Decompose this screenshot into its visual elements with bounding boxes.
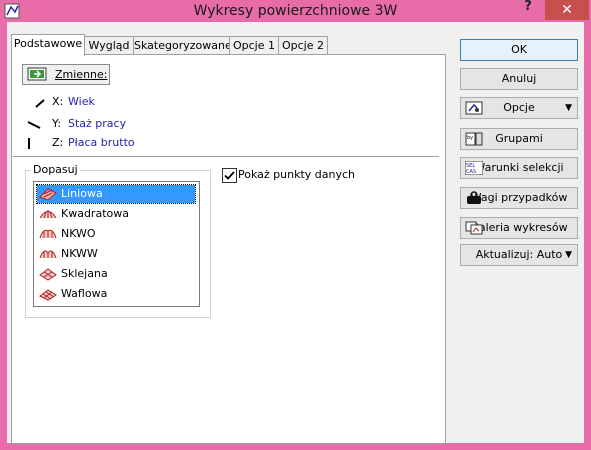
gallery-label: Galeria wykresów [470, 221, 568, 234]
groups-button[interactable]: by Grupami [460, 128, 578, 150]
gallery-button[interactable]: Galeria wykresów [460, 217, 578, 239]
fit-item-label: NKWW [61, 247, 98, 260]
fit-item-kwadratowa[interactable]: Kwadratowa [37, 205, 195, 223]
svg-text:CAS: CAS [466, 169, 476, 175]
groups-icon: by [465, 132, 483, 146]
close-button[interactable]: ✕ [545, 0, 589, 20]
divider [13, 156, 439, 157]
variables-button-label: Zmienne: [55, 68, 108, 81]
fit-item-label: Waflowa [61, 287, 108, 300]
update-label: Aktualizuj: Auto [475, 248, 563, 261]
update-dropdown[interactable]: Aktualizuj: Auto ▼ [460, 244, 578, 266]
fit-item-liniowa[interactable]: Liniowa [36, 184, 196, 204]
show-points-label: Pokaż punkty danych [238, 168, 355, 181]
fit-listbox[interactable]: Liniowa Kwadratowa NKWO NKWW Sklejana Wa… [33, 181, 200, 307]
variables-icon [27, 67, 47, 81]
variables-button[interactable]: Zmienne: [22, 64, 110, 85]
fit-item-label: Liniowa [61, 187, 103, 200]
options-label: Opcje [503, 101, 535, 114]
window-title: Wykresy powierzchniowe 3W [193, 3, 398, 19]
y-axis-icon [27, 121, 41, 129]
checkmark-icon [224, 171, 235, 180]
fit-group-label: Dopasuj [31, 163, 80, 176]
title-bar: Wykresy powierzchniowe 3W ? ✕ [0, 0, 591, 22]
weights-button[interactable]: Wagi przypadków [460, 187, 578, 209]
z-axis-icon [28, 138, 30, 149]
tab-opcje-2[interactable]: Opcje 2 [278, 36, 328, 55]
options-button[interactable]: Opcje ▼ [460, 97, 578, 119]
fit-item-label: NKWO [61, 227, 96, 240]
window-border-right [584, 22, 591, 450]
select-cases-button[interactable]: SEL CAS Warunki selekcji [460, 157, 578, 179]
tab-skategoryzowane[interactable]: Skategoryzowane [133, 36, 232, 55]
options-icon [465, 101, 483, 115]
gallery-icon [465, 221, 483, 235]
surface-icon [39, 229, 57, 239]
dropdown-arrow-icon: ▼ [565, 250, 572, 260]
fit-item-nkww[interactable]: NKWW [37, 245, 195, 263]
fit-item-label: Kwadratowa [61, 207, 129, 220]
select-cases-label: Warunki selekcji [474, 161, 564, 174]
dropdown-arrow-icon: ▼ [565, 103, 572, 113]
select-cases-icon: SELCAS [465, 161, 483, 175]
variable-z-axis: Z: [52, 136, 64, 149]
window-border-bottom [0, 443, 591, 450]
tab-opcje-1[interactable]: Opcje 1 [229, 36, 279, 55]
fit-item-nkwo[interactable]: NKWO [37, 225, 195, 243]
weights-label: Wagi przypadków [470, 191, 568, 204]
cancel-button[interactable]: Anuluj [460, 68, 578, 90]
fit-item-label: Sklejana [61, 267, 108, 280]
variable-x-axis: X: [52, 95, 64, 108]
surface-icon [39, 250, 57, 259]
surface-icon [39, 188, 57, 201]
variable-y-axis: Y: [52, 117, 61, 130]
surface-icon [39, 289, 57, 301]
surface-icon [39, 268, 57, 281]
window-border-left [0, 22, 7, 450]
x-axis-icon [35, 99, 45, 108]
svg-text:by: by [467, 135, 473, 141]
variable-y-name: Staż pracy [68, 117, 127, 130]
tab-wyglad[interactable]: Wygląd [84, 36, 134, 55]
weight-icon [467, 191, 481, 204]
help-button[interactable]: ? [514, 0, 542, 20]
fit-item-sklejana[interactable]: Sklejana [37, 265, 195, 283]
variable-z-name: Płaca brutto [68, 136, 135, 149]
surface-icon [39, 210, 57, 219]
show-points-checkbox[interactable] [222, 168, 237, 183]
ok-button[interactable]: OK [460, 39, 578, 61]
fit-item-waflowa[interactable]: Waflowa [37, 285, 195, 303]
tab-podstawowe[interactable]: Podstawowe [11, 34, 85, 56]
groups-label: Grupami [495, 132, 543, 145]
variable-x-name: Wiek [68, 95, 95, 108]
